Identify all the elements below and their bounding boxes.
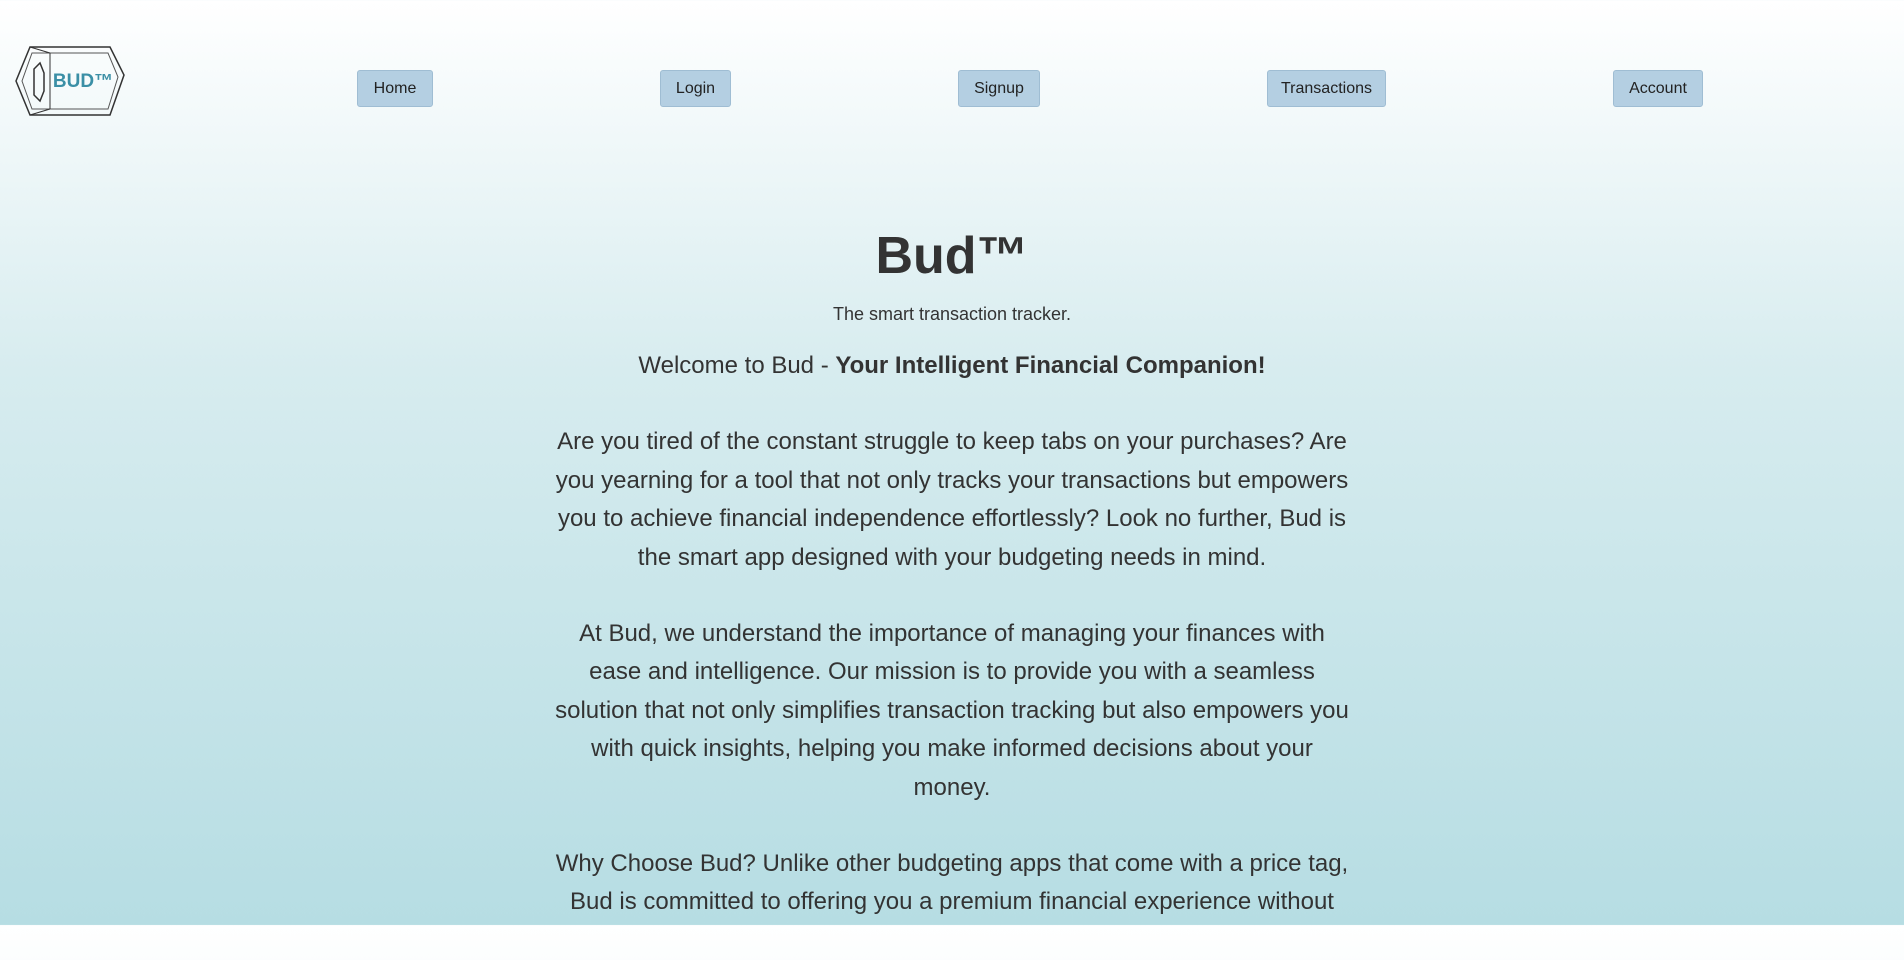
nav-transactions-button[interactable]: Transactions (1267, 70, 1386, 107)
logo-text: BUD™ (53, 71, 113, 92)
intro-text: Welcome to Bud - Your Intelligent Financ… (552, 347, 1352, 922)
site-header: BUD™ Home Login Signup Transactions Acco… (0, 0, 1904, 180)
page-title: Bud™ (875, 227, 1029, 285)
welcome-highlight: Your Intelligent Financial Companion! (835, 352, 1266, 379)
intro-paragraph-3: Why Choose Bud? Unlike other budgeting a… (555, 850, 1349, 916)
nav-account-button[interactable]: Account (1613, 70, 1703, 107)
intro-paragraph-2: At Bud, we understand the importance of … (555, 620, 1349, 801)
welcome-line: Welcome to Bud - Your Intelligent Financ… (552, 347, 1352, 385)
welcome-prefix: Welcome to Bud - (638, 352, 836, 379)
nav-signup-button[interactable]: Signup (958, 70, 1040, 107)
logo-graphic: BUD™ (15, 46, 125, 116)
page-subtitle: The smart transaction tracker. (832, 304, 1072, 324)
intro-paragraph-1: Are you tired of the constant struggle t… (555, 428, 1349, 571)
main-content: Bud™ The smart transaction tracker. Welc… (0, 220, 1904, 960)
nav-home-button[interactable]: Home (357, 70, 433, 107)
nav-login-button[interactable]: Login (660, 70, 731, 107)
bud-logo[interactable]: BUD™ (14, 45, 126, 119)
